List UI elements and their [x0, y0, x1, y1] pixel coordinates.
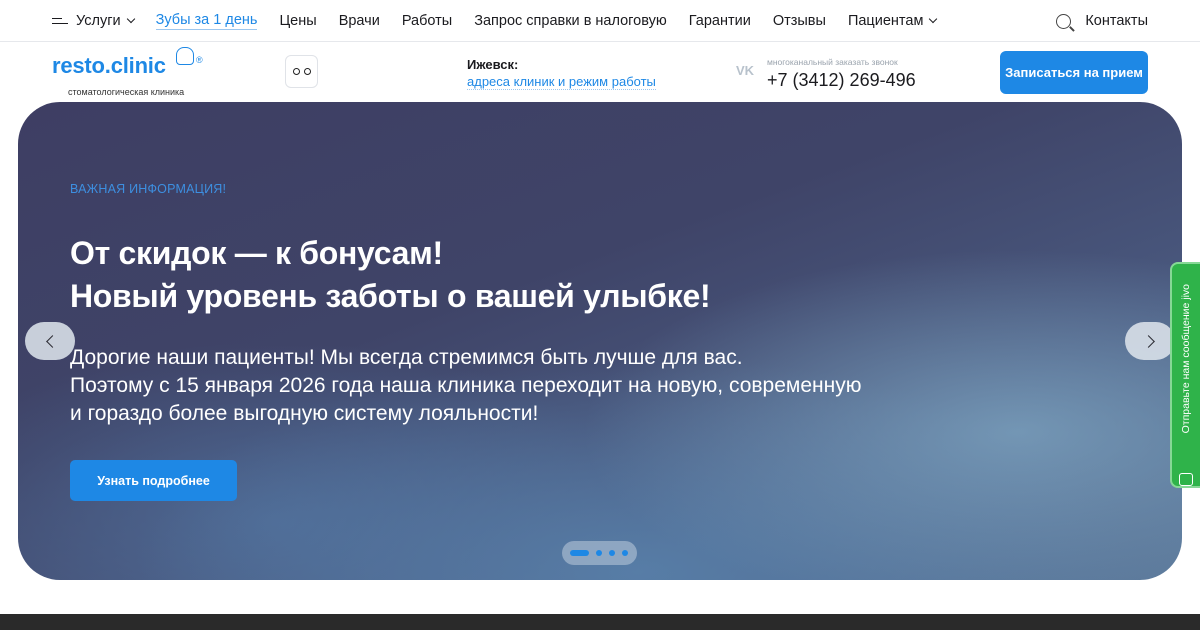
nav-item-reviews[interactable]: Отзывы [773, 13, 826, 29]
nav-item-label: Пациентам [847, 12, 924, 29]
city-block: Ижевск: адреса клиник и режим работы [467, 57, 656, 91]
nav-item-teeth-in-one-day[interactable]: Зубы за 1 день [155, 11, 258, 30]
menu-icon [52, 16, 68, 26]
top-navigation: Услуги Зубы за 1 день Цены Врачи Работы … [0, 0, 1200, 42]
glasses-icon [292, 67, 311, 76]
city-label: Ижевск: [467, 57, 519, 72]
low-vision-button[interactable] [285, 55, 318, 88]
contacts-link[interactable]: Контакты [1085, 13, 1148, 29]
hero-body-line: Дорогие наши пациенты! Мы всегда стремим… [70, 346, 743, 369]
footer-bar [0, 614, 1200, 630]
nav-item-prices[interactable]: Цены [279, 13, 316, 29]
nav-item-tax-certificate[interactable]: Запрос справки в налоговую [474, 13, 667, 29]
nav-item-label: Запрос справки в налоговую [474, 12, 667, 29]
slider-dot-active[interactable] [570, 550, 589, 556]
chat-icon [1179, 473, 1193, 486]
site-header: resto.clinic ® стоматологическая клиника… [0, 43, 1200, 101]
phone-number[interactable]: +7 (3412) 269-496 [767, 70, 916, 91]
logo-registered-mark: ® [196, 55, 203, 65]
nav-item-doctors[interactable]: Врачи [339, 13, 380, 29]
hero-body-line: и гораздо более выгодную систему лояльно… [70, 402, 539, 425]
hero-title-line: Новый уровень заботы о вашей улыбке! [70, 278, 711, 314]
nav-item-works[interactable]: Работы [402, 13, 452, 29]
slider-dot[interactable] [622, 550, 628, 556]
nav-item-guarantees[interactable]: Гарантии [689, 13, 751, 29]
nav-item-label: Зубы за 1 день [155, 11, 258, 28]
chevron-down-icon [929, 14, 938, 23]
slider-prev-button[interactable] [25, 322, 75, 360]
book-appointment-button[interactable]: Записаться на прием [1000, 51, 1148, 94]
search-icon[interactable] [1056, 13, 1072, 29]
chevron-right-icon [1141, 334, 1155, 348]
learn-more-button[interactable]: Узнать подробнее [70, 460, 237, 501]
hero-eyebrow: ВАЖНАЯ ИНФОРМАЦИЯ! [70, 182, 227, 196]
nav-item-label: Отзывы [772, 12, 826, 29]
nav-item-label: Врачи [338, 12, 380, 29]
vk-icon[interactable]: VK [736, 63, 754, 78]
logo[interactable]: resto.clinic ® стоматологическая клиника [52, 47, 203, 97]
nav-item-label: Гарантии [688, 12, 751, 29]
nav-item-label: Цены [279, 12, 317, 29]
jivo-chat-tab[interactable]: Отправьте нам сообщение jivo [1170, 262, 1200, 488]
topnav-right: Контакты [1056, 0, 1148, 42]
slider-pagination [562, 541, 637, 565]
hero-title-line: От скидок — к бонусам! [70, 235, 443, 271]
logo-name: resto.clinic [52, 53, 166, 78]
nav-item-label: Услуги [76, 12, 121, 29]
chevron-left-icon [45, 334, 59, 348]
hero-slider: ВАЖНАЯ ИНФОРМАЦИЯ! От скидок — к бонусам… [18, 102, 1182, 580]
slider-next-button[interactable] [1125, 322, 1175, 360]
slider-dot[interactable] [609, 550, 615, 556]
nav-item-services[interactable]: Услуги [52, 12, 135, 29]
hero-title: От скидок — к бонусам! Новый уровень заб… [70, 232, 711, 318]
hero-body-line: Поэтому с 15 января 2026 года наша клини… [70, 374, 862, 397]
jivo-chat-label: Отправьте нам сообщение jivo [1180, 284, 1192, 434]
slider-dot[interactable] [596, 550, 602, 556]
logo-subtitle: стоматологическая клиника [68, 87, 185, 97]
hero-body: Дорогие наши пациенты! Мы всегда стремим… [70, 344, 861, 428]
phone-hint: многоканальный заказать звонок [767, 57, 898, 67]
nav-item-label: Работы [401, 12, 453, 29]
nav-item-patients[interactable]: Пациентам [847, 12, 938, 29]
chevron-down-icon [126, 14, 135, 23]
clinic-addresses-link[interactable]: адреса клиник и режим работы [467, 74, 656, 90]
tooth-icon [176, 47, 194, 65]
phone-block: многоканальный заказать звонок +7 (3412)… [767, 57, 916, 91]
